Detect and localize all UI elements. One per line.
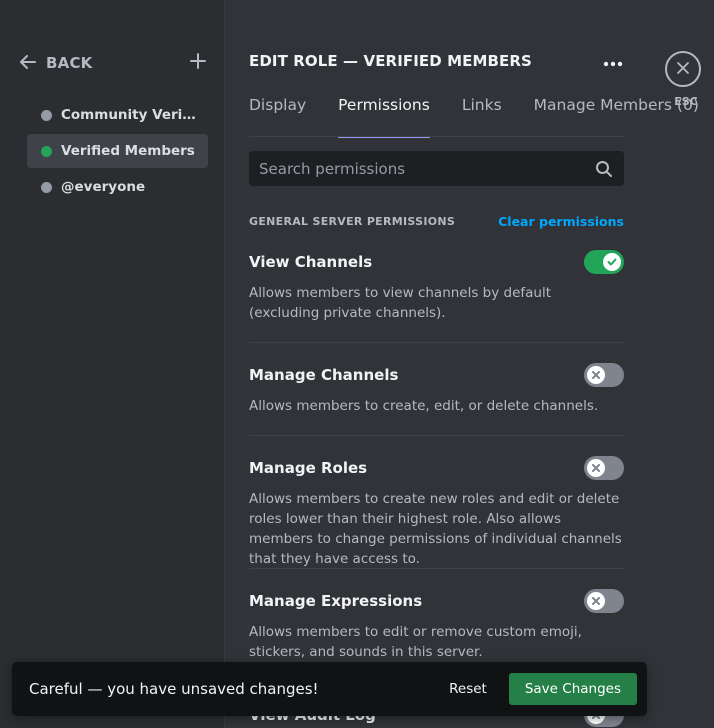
more-options-button[interactable] bbox=[601, 51, 625, 71]
sidebar-header: BACK bbox=[20, 52, 208, 74]
search-icon[interactable] bbox=[594, 159, 614, 179]
permission-toggle[interactable] bbox=[584, 250, 624, 274]
save-changes-button[interactable]: Save Changes bbox=[508, 673, 637, 705]
permission-name: View Channels bbox=[249, 253, 373, 271]
role-color-dot bbox=[41, 109, 52, 121]
tab-permissions[interactable]: Permissions bbox=[338, 96, 430, 138]
permission-name: Manage Expressions bbox=[249, 592, 423, 610]
permission-manage-channels: Manage Channels Allows members to create… bbox=[249, 362, 624, 416]
permission-description: Allows members to create, edit, or delet… bbox=[249, 398, 599, 414]
close-icon bbox=[676, 60, 690, 79]
tab-divider bbox=[249, 136, 624, 137]
more-horizontal-icon bbox=[603, 52, 623, 71]
tab-bar: Display Permissions Links Manage Members… bbox=[249, 96, 699, 138]
unsaved-changes-bar: Careful — you have unsaved changes! Rese… bbox=[12, 662, 647, 716]
close-control: ESC bbox=[665, 51, 701, 108]
role-list: Community Verificat... Verified Members … bbox=[27, 98, 208, 206]
role-name: @everyone bbox=[61, 179, 146, 195]
divider bbox=[249, 342, 624, 343]
search-box bbox=[249, 151, 624, 186]
permission-toggle[interactable] bbox=[584, 589, 624, 613]
close-button[interactable] bbox=[665, 51, 701, 87]
x-icon bbox=[587, 592, 605, 610]
permission-name: Manage Channels bbox=[249, 366, 399, 384]
clear-permissions-link[interactable]: Clear permissions bbox=[498, 214, 624, 229]
permission-view-channels: View Channels Allows members to view cha… bbox=[249, 249, 624, 323]
unsaved-actions: Reset Save Changes bbox=[433, 673, 637, 705]
role-item-verified-members[interactable]: Verified Members bbox=[27, 134, 208, 168]
permission-manage-expressions: Manage Expressions Allows members to edi… bbox=[249, 588, 624, 662]
back-button[interactable]: BACK bbox=[20, 54, 92, 73]
create-role-button[interactable] bbox=[188, 53, 208, 73]
search-input[interactable] bbox=[259, 159, 594, 178]
role-name: Verified Members bbox=[61, 143, 195, 159]
permission-description: Allows members to edit or remove custom … bbox=[249, 624, 582, 660]
role-item-everyone[interactable]: @everyone bbox=[27, 170, 208, 204]
reset-button[interactable]: Reset bbox=[433, 673, 503, 705]
page-title: EDIT ROLE — VERIFIED MEMBERS bbox=[249, 52, 532, 70]
role-editor: EDIT ROLE — VERIFIED MEMBERS Display Per… bbox=[249, 0, 699, 728]
tab-links[interactable]: Links bbox=[462, 96, 502, 138]
section-header: GENERAL SERVER PERMISSIONS Clear permiss… bbox=[249, 214, 624, 229]
x-icon bbox=[587, 366, 605, 384]
permission-description: Allows members to view channels by defau… bbox=[249, 285, 552, 321]
permission-description: Allows members to create new roles and e… bbox=[249, 491, 622, 567]
plus-icon bbox=[190, 53, 206, 73]
arrow-left-icon bbox=[20, 54, 36, 73]
check-icon bbox=[603, 253, 621, 271]
x-icon bbox=[587, 459, 605, 477]
unsaved-message: Careful — you have unsaved changes! bbox=[29, 680, 319, 698]
role-name: Community Verificat... bbox=[61, 107, 201, 123]
section-title: GENERAL SERVER PERMISSIONS bbox=[249, 215, 456, 228]
roles-sidebar: BACK Community Verificat... Verified Mem… bbox=[0, 0, 225, 728]
role-color-dot bbox=[41, 145, 52, 157]
permission-manage-roles: Manage Roles Allows members to create ne… bbox=[249, 455, 624, 569]
divider bbox=[249, 568, 624, 569]
divider bbox=[249, 435, 624, 436]
role-color-dot bbox=[41, 181, 52, 193]
tab-display[interactable]: Display bbox=[249, 96, 306, 138]
role-item-community-verification[interactable]: Community Verificat... bbox=[27, 98, 208, 132]
esc-label: ESC bbox=[674, 95, 698, 108]
permission-name: Manage Roles bbox=[249, 459, 368, 477]
permission-toggle[interactable] bbox=[584, 363, 624, 387]
back-label: BACK bbox=[46, 54, 93, 72]
permission-toggle[interactable] bbox=[584, 456, 624, 480]
